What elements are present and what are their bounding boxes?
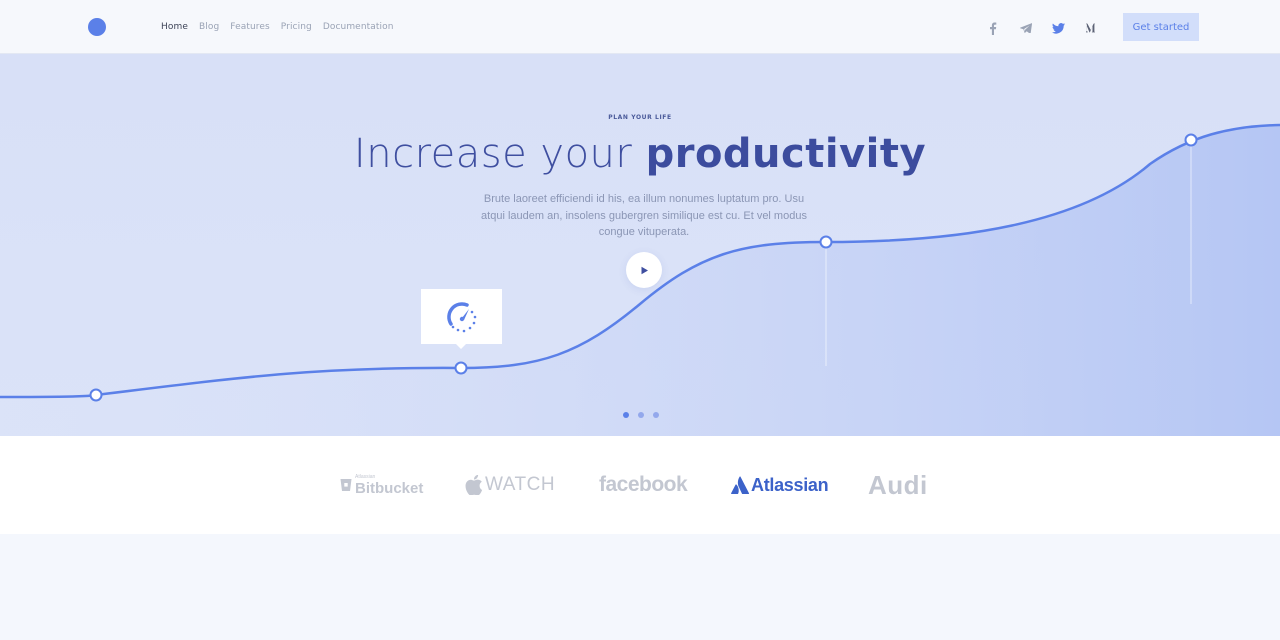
get-started-button[interactable]: Get started [1123,13,1199,41]
atlassian-logo: Atlassian [731,436,829,534]
hero-eyebrow: PLAN YOUR LIFE [608,114,672,121]
growth-curve-graphic [0,123,1280,436]
carousel-dot-3[interactable] [653,412,659,418]
carousel-dot-2[interactable] [638,412,644,418]
carousel-dots [623,412,659,418]
bitbucket-icon [340,479,352,491]
bitbucket-logo: Atlassian Bitbucket [340,436,423,534]
atlassian-label: Atlassian [751,474,829,495]
medium-icon[interactable] [1075,20,1108,36]
speedometer-tooltip [421,289,502,349]
hero-section: PLAN YOUR LIFE Increase your productivit… [0,54,1280,436]
play-icon [641,266,648,274]
nav-link-blog[interactable]: Blog [199,21,219,33]
curve-point-1[interactable] [89,388,103,402]
hero-description: Brute laoreet efficiendi id his, ea illu… [481,193,807,238]
carousel-dot-1[interactable] [623,412,629,418]
facebook-icon[interactable] [976,20,1009,36]
telegram-icon[interactable] [1009,20,1042,36]
top-navigation-bar: Home Blog Features Pricing Documentation… [0,0,1280,54]
audi-label: Audi [868,469,928,500]
bitbucket-small-label: Atlassian [355,473,376,480]
facebook-label: facebook [599,473,688,496]
hero-headline: Increase your productivity [0,128,1280,180]
logo[interactable] [88,18,106,36]
main-nav: Home Blog Features Pricing Documentation [161,21,394,33]
atlassian-icon [731,476,750,494]
bitbucket-label: Bitbucket [355,479,424,497]
nav-link-pricing[interactable]: Pricing [281,21,312,33]
watch-label: WATCH [485,474,556,495]
social-links [976,20,1108,36]
speedometer-icon [446,301,476,332]
nav-link-features[interactable]: Features [230,21,270,33]
curve-point-2[interactable] [454,361,468,375]
facebook-logo: facebook [599,436,688,534]
twitter-icon[interactable] [1042,20,1075,36]
audi-logo: Audi [868,436,928,534]
nav-link-home[interactable]: Home [161,21,188,33]
curve-point-3[interactable] [819,235,833,249]
apple-icon [465,475,483,495]
headline-bold: productivity [645,131,927,177]
partner-logos: Atlassian Bitbucket WATCH facebook Atlas… [0,436,1280,534]
play-video-button[interactable] [626,252,662,288]
headline-light: Increase your [353,131,646,177]
apple-watch-logo: WATCH [465,436,555,534]
nav-link-documentation[interactable]: Documentation [323,21,394,33]
